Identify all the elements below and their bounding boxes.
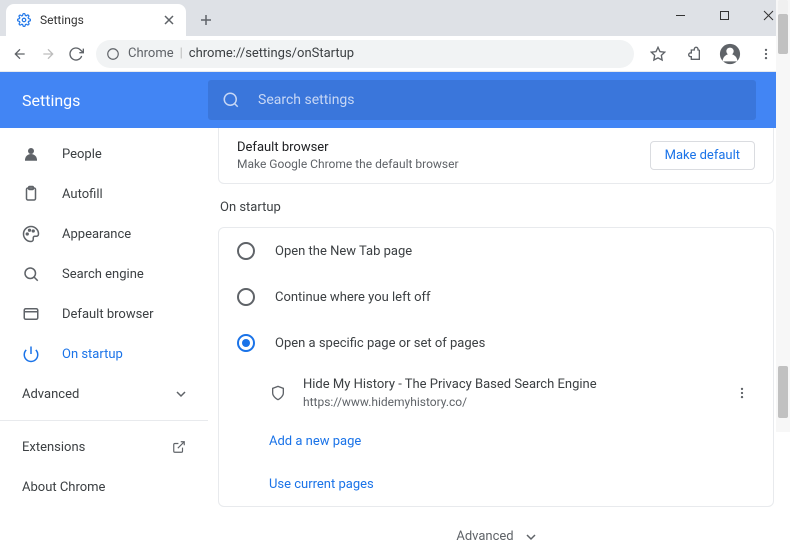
- browser-tab[interactable]: Settings: [6, 4, 186, 36]
- sidebar-item-label: On startup: [62, 347, 123, 362]
- use-current-pages-link[interactable]: Use current pages: [219, 463, 773, 506]
- gear-icon: [16, 12, 32, 28]
- sidebar-item-label: Default browser: [62, 307, 154, 322]
- sidebar-item-on-startup[interactable]: On startup: [0, 334, 208, 374]
- add-new-page-link[interactable]: Add a new page: [219, 420, 773, 463]
- sidebar-about[interactable]: About Chrome: [0, 467, 208, 507]
- minimize-button[interactable]: [658, 0, 702, 30]
- radio-icon: [237, 288, 255, 306]
- back-button[interactable]: [6, 40, 34, 68]
- advanced-footer[interactable]: Advanced: [218, 523, 774, 560]
- sidebar-item-default-browser[interactable]: Default browser: [0, 294, 208, 334]
- omnibox-chip: Chrome: [128, 46, 174, 61]
- search-input[interactable]: [258, 92, 742, 108]
- startup-page-title: Hide My History - The Privacy Based Sear…: [303, 376, 735, 394]
- settings-header: Settings: [0, 72, 790, 128]
- maximize-button[interactable]: [702, 0, 746, 30]
- sidebar-extensions[interactable]: Extensions: [0, 427, 208, 467]
- forward-button[interactable]: [34, 40, 62, 68]
- default-browser-sub: Make Google Chrome the default browser: [237, 157, 650, 171]
- search-icon: [22, 265, 42, 283]
- window-controls: [658, 0, 790, 30]
- clipboard-icon: [22, 185, 42, 203]
- new-tab-button[interactable]: [192, 6, 220, 34]
- sidebar-item-search-engine[interactable]: Search engine: [0, 254, 208, 294]
- sidebar: People Autofill Appearance Search engine…: [0, 128, 208, 560]
- sidebar-advanced[interactable]: Advanced: [0, 374, 208, 414]
- person-icon: [22, 145, 42, 163]
- sidebar-item-label: People: [62, 147, 102, 162]
- startup-option-specific[interactable]: Open a specific page or set of pages: [219, 320, 773, 366]
- sidebar-item-label: Appearance: [62, 227, 131, 242]
- browser-toolbar: Chrome | chrome://settings/onStartup: [0, 36, 790, 72]
- more-icon[interactable]: [735, 386, 755, 400]
- star-icon[interactable]: [644, 40, 672, 68]
- default-browser-title: Default browser: [237, 140, 650, 155]
- profile-icon[interactable]: [716, 40, 744, 68]
- shield-icon: [269, 384, 287, 402]
- search-icon: [222, 91, 240, 109]
- sidebar-item-label: Autofill: [62, 187, 103, 202]
- palette-icon: [22, 225, 42, 243]
- power-icon: [22, 345, 42, 363]
- close-icon[interactable]: [162, 13, 176, 27]
- browser-icon: [22, 305, 42, 323]
- tab-title: Settings: [40, 13, 162, 27]
- scroll-thumb[interactable]: [778, 14, 788, 54]
- default-browser-row: Default browser Make Google Chrome the d…: [219, 128, 773, 183]
- divider: [0, 420, 208, 421]
- sidebar-item-label: Search engine: [62, 267, 144, 282]
- startup-page-row: Hide My History - The Privacy Based Sear…: [219, 366, 773, 420]
- radio-icon: [237, 334, 255, 352]
- reload-button[interactable]: [62, 40, 90, 68]
- address-bar[interactable]: Chrome | chrome://settings/onStartup: [96, 40, 634, 68]
- search-settings[interactable]: [208, 80, 756, 120]
- settings-content: Default browser Make Google Chrome the d…: [208, 128, 790, 560]
- chevron-down-icon: [176, 389, 186, 399]
- startup-option-newtab[interactable]: Open the New Tab page: [219, 228, 773, 274]
- on-startup-heading: On startup: [220, 200, 772, 215]
- sidebar-item-people[interactable]: People: [0, 134, 208, 174]
- make-default-button[interactable]: Make default: [650, 141, 755, 170]
- chevron-down-icon: [526, 532, 536, 542]
- scroll-thumb[interactable]: [778, 366, 788, 418]
- page-title: Settings: [22, 91, 208, 110]
- sidebar-item-appearance[interactable]: Appearance: [0, 214, 208, 254]
- scrollbar[interactable]: [776, 0, 790, 432]
- window-titlebar: Settings: [0, 0, 790, 36]
- radio-icon: [237, 242, 255, 260]
- sidebar-item-autofill[interactable]: Autofill: [0, 174, 208, 214]
- external-link-icon: [172, 440, 186, 454]
- startup-page-url: https://www.hidemyhistory.co/: [303, 394, 735, 410]
- startup-option-continue[interactable]: Continue where you left off: [219, 274, 773, 320]
- omnibox-url: chrome://settings/onStartup: [189, 46, 354, 61]
- extension-icon[interactable]: [680, 40, 708, 68]
